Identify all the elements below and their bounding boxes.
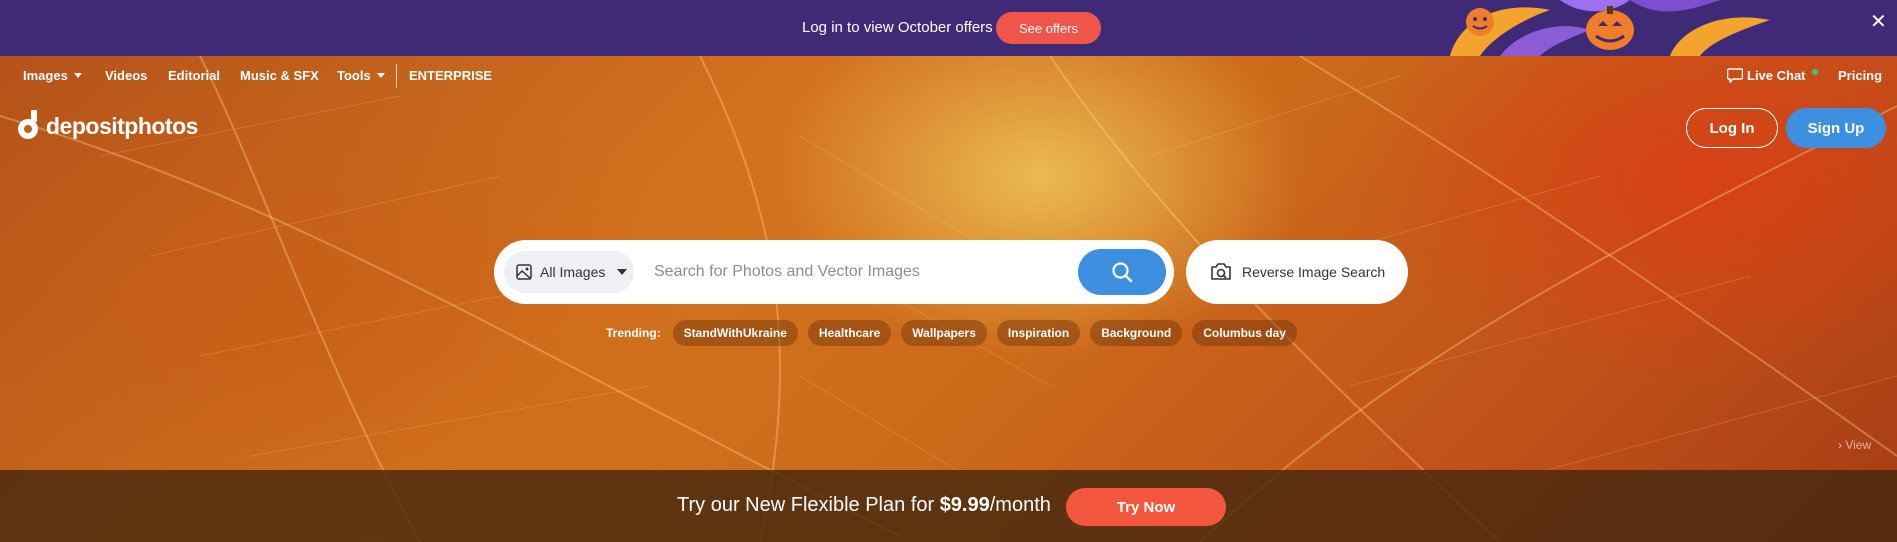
signup-button[interactable]: Sign Up xyxy=(1786,108,1886,148)
nav-editorial[interactable]: Editorial xyxy=(168,68,220,83)
search-input[interactable] xyxy=(654,254,1054,290)
trending-tag[interactable]: Healthcare xyxy=(807,320,892,346)
nav-images-label: Images xyxy=(23,68,68,83)
chevron-right-icon: › xyxy=(1838,438,1842,452)
see-offers-button[interactable]: See offers xyxy=(996,12,1101,44)
try-now-button[interactable]: Try Now xyxy=(1066,488,1226,526)
search-button[interactable] xyxy=(1078,249,1166,295)
nav-images[interactable]: Images xyxy=(23,68,82,83)
trending-tag[interactable]: Wallpapers xyxy=(901,320,987,346)
plan-price: $9.99 xyxy=(939,494,990,516)
promo-text: Log in to view October offers xyxy=(802,19,993,36)
flexible-plan-banner: Try our New Flexible Plan for $9.99/mont… xyxy=(0,470,1897,542)
halloween-pumpkin-art xyxy=(1450,0,1770,56)
nav-live-chat[interactable]: Live Chat xyxy=(1727,68,1818,83)
trending-tag[interactable]: Inspiration xyxy=(996,320,1081,346)
reverse-search-label: Reverse Image Search xyxy=(1242,264,1386,280)
image-icon xyxy=(516,264,532,280)
category-label: All Images xyxy=(540,264,606,280)
flexible-plan-text: Try our New Flexible Plan for $9.99/mont… xyxy=(677,494,1051,517)
nav-tools-label: Tools xyxy=(337,68,371,83)
nav-tools[interactable]: Tools xyxy=(337,68,385,83)
depositphotos-logo[interactable]: depositphotos xyxy=(16,110,198,142)
nav-divider xyxy=(396,64,397,88)
logo-text: depositphotos xyxy=(46,112,198,139)
view-image-link[interactable]: › View xyxy=(1838,438,1871,452)
online-status-dot xyxy=(1811,68,1818,75)
close-icon[interactable]: ✕ xyxy=(1870,12,1887,32)
chat-bubble-icon xyxy=(1727,68,1743,83)
trending-label: Trending: xyxy=(606,326,661,340)
nav-music[interactable]: Music & SFX xyxy=(240,68,319,83)
nav-enterprise[interactable]: ENTERPRISE xyxy=(409,68,492,83)
search-icon xyxy=(1112,262,1133,283)
chevron-down-icon xyxy=(376,73,385,78)
login-button[interactable]: Log In xyxy=(1686,108,1778,148)
chevron-down-icon xyxy=(617,269,628,275)
view-link-label: View xyxy=(1845,438,1872,452)
plan-text-suffix: /month xyxy=(989,494,1051,516)
chevron-down-icon xyxy=(73,73,82,78)
nav-videos[interactable]: Videos xyxy=(105,68,147,83)
reverse-image-search-button[interactable]: Reverse Image Search xyxy=(1186,240,1408,304)
trending-tags: Trending: StandWithUkraine Healthcare Wa… xyxy=(606,320,1297,346)
logo-icon xyxy=(18,110,38,139)
trending-tag[interactable]: Columbus day xyxy=(1192,320,1297,346)
plan-text-prefix: Try our New Flexible Plan for xyxy=(677,494,940,516)
search-bar: All Images xyxy=(494,240,1174,304)
promo-banner: Log in to view October offers See offers… xyxy=(0,0,1897,56)
trending-tag[interactable]: Background xyxy=(1090,320,1183,346)
nav-pricing[interactable]: Pricing xyxy=(1838,68,1882,83)
camera-search-icon xyxy=(1211,263,1231,280)
trending-tag[interactable]: StandWithUkraine xyxy=(672,320,798,346)
category-select[interactable]: All Images xyxy=(504,251,634,293)
live-chat-label: Live Chat xyxy=(1747,68,1806,83)
